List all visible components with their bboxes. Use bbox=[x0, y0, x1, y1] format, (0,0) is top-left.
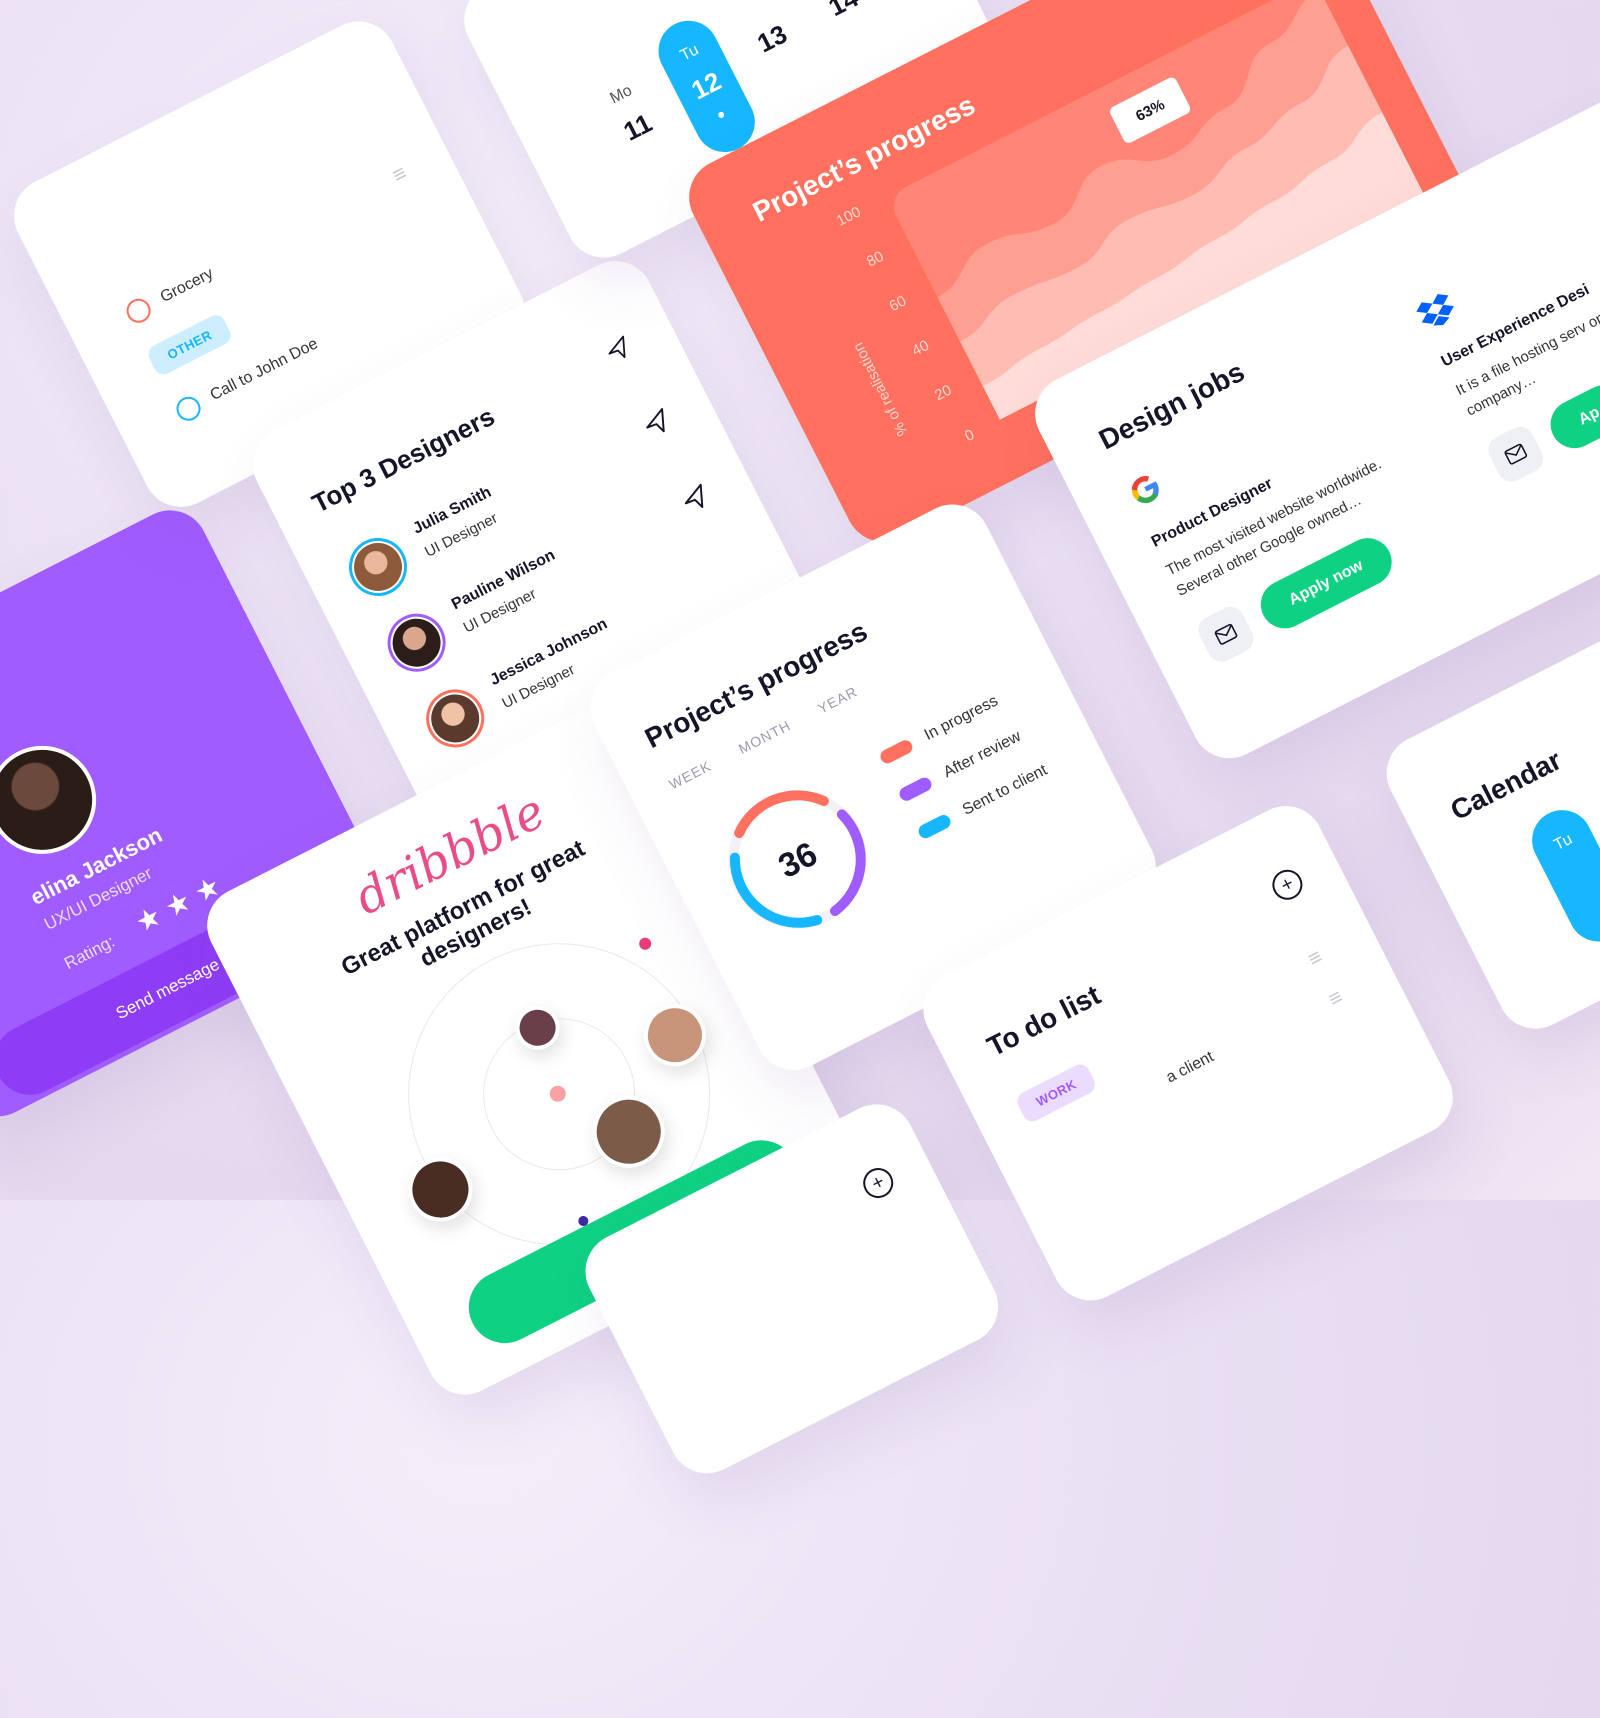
mail-icon bbox=[1214, 623, 1238, 645]
y-tick-label: 100 bbox=[834, 203, 864, 230]
legend-swatch bbox=[878, 737, 915, 766]
drag-handle-icon[interactable]: ≡ bbox=[388, 160, 411, 189]
day-date: 13 bbox=[752, 18, 792, 59]
y-axis-label: % of realisation bbox=[850, 340, 912, 439]
todo-label: Grocery bbox=[157, 265, 217, 307]
y-tick-label: 0 bbox=[962, 426, 977, 445]
day-date: 14 bbox=[823, 0, 864, 23]
y-tick-label: 40 bbox=[909, 337, 932, 360]
calendar-day[interactable]: 13 bbox=[733, 1, 806, 67]
y-tick-label: 80 bbox=[864, 248, 887, 271]
todo-item[interactable]: a client bbox=[1164, 1048, 1217, 1087]
mail-button[interactable] bbox=[1483, 421, 1549, 487]
send-icon[interactable] bbox=[678, 481, 713, 516]
donut-chart: 36 bbox=[728, 790, 867, 929]
event-dot bbox=[717, 110, 726, 119]
checkbox-icon[interactable] bbox=[122, 294, 155, 327]
job-item: User Experience Desi It is a file hostin… bbox=[1413, 173, 1600, 487]
avatar bbox=[416, 679, 495, 758]
dashboard-board: signer elina Jackson UX/UI Designer Rati… bbox=[0, 0, 1600, 1498]
tab-week[interactable]: WEEK bbox=[666, 758, 714, 793]
day-name: Tu bbox=[1551, 830, 1576, 855]
drag-handle-icon[interactable]: ≡ bbox=[1304, 944, 1327, 973]
tag-work: WORK bbox=[1013, 1061, 1099, 1125]
add-icon[interactable]: + bbox=[858, 1162, 899, 1204]
apply-now-button[interactable]: Ap bbox=[1542, 376, 1600, 457]
tab-year[interactable]: YEAR bbox=[815, 683, 860, 716]
orbit-dot bbox=[637, 935, 654, 952]
legend-swatch bbox=[897, 775, 934, 804]
tag-other: OTHER bbox=[145, 311, 235, 378]
legend-label: Sent to client bbox=[959, 761, 1050, 819]
y-tick-label: 60 bbox=[887, 292, 910, 315]
todo-label: Call to John Doe bbox=[207, 335, 321, 405]
google-logo-icon bbox=[1131, 475, 1159, 504]
legend-label: In progress bbox=[921, 692, 1001, 744]
calendar-day[interactable]: Mo 11 bbox=[590, 73, 671, 155]
send-icon[interactable] bbox=[639, 405, 674, 440]
avatar bbox=[339, 527, 418, 606]
todo-item-grocery[interactable]: Grocery bbox=[122, 262, 217, 327]
mail-icon bbox=[1504, 443, 1528, 465]
rating-label: Rating: bbox=[61, 931, 118, 974]
checkbox-icon[interactable] bbox=[172, 392, 205, 425]
calendar-day-selected[interactable]: Tu bbox=[1521, 799, 1600, 952]
add-icon[interactable]: + bbox=[1267, 864, 1308, 905]
card-title: To do list bbox=[982, 979, 1106, 1063]
drag-handle-icon[interactable]: ≡ bbox=[1324, 984, 1347, 1013]
tab-month[interactable]: MONTH bbox=[736, 717, 793, 757]
legend-swatch bbox=[916, 812, 953, 841]
y-tick-label: 20 bbox=[932, 382, 955, 405]
calendar-day[interactable]: 14 bbox=[804, 0, 877, 30]
legend-label: After review bbox=[940, 727, 1024, 782]
dropbox-logo-icon bbox=[1416, 294, 1454, 326]
send-icon[interactable] bbox=[602, 333, 634, 365]
donut-center-value: 36 bbox=[772, 835, 823, 886]
avatar bbox=[377, 603, 456, 682]
todo-label: a client bbox=[1163, 1048, 1217, 1087]
donut-segment-in-progress bbox=[734, 790, 829, 839]
mail-button[interactable] bbox=[1193, 602, 1259, 667]
